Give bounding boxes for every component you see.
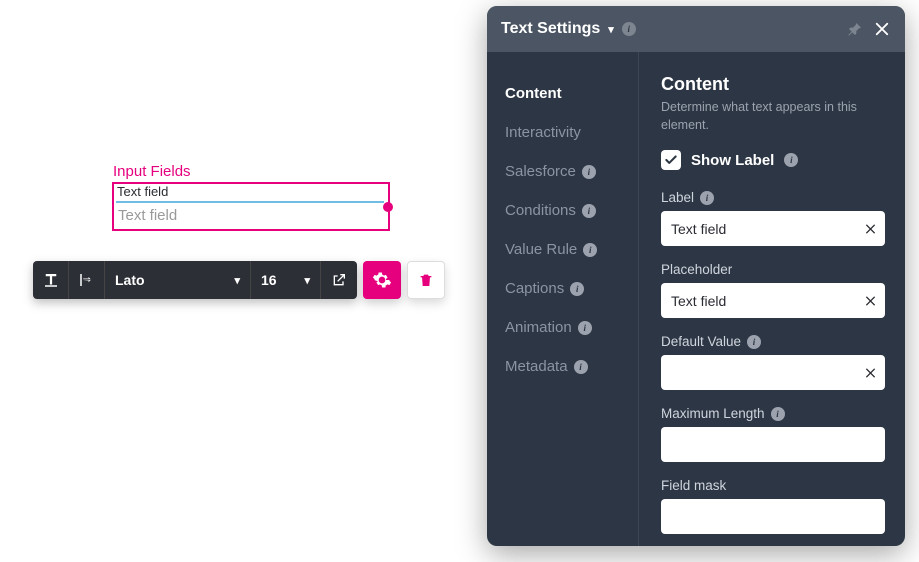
- info-icon[interactable]: i: [747, 335, 761, 349]
- field-mask-input[interactable]: [661, 499, 885, 534]
- font-family-select[interactable]: Lato ▾: [105, 261, 251, 299]
- field-label-text: Maximum Length: [661, 406, 765, 421]
- settings-panel: Text Settings ▾ i Content Interactivity …: [487, 6, 905, 546]
- open-external-button[interactable]: [321, 261, 357, 299]
- info-icon: i: [574, 360, 588, 374]
- check-icon: [664, 153, 678, 167]
- close-icon: [873, 20, 891, 38]
- field-label: Placeholder: [661, 262, 885, 277]
- placeholder-input[interactable]: [661, 283, 885, 318]
- info-icon[interactable]: i: [700, 191, 714, 205]
- label-input[interactable]: [661, 211, 885, 246]
- field-label-text: Field mask: [661, 478, 726, 493]
- nav-label: Salesforce: [505, 163, 576, 180]
- resize-handle[interactable]: [383, 202, 393, 212]
- nav-item-content[interactable]: Content: [505, 74, 638, 113]
- trash-icon: [418, 272, 434, 288]
- close-button[interactable]: [873, 20, 891, 38]
- nav-item-metadata[interactable]: Metadata i: [505, 347, 638, 386]
- chevron-down-icon: ▾: [608, 23, 614, 36]
- field-group-label: Label i: [661, 190, 885, 246]
- clear-button[interactable]: [864, 222, 877, 235]
- maximum-length-input[interactable]: [661, 427, 885, 462]
- nav-item-captions[interactable]: Captions i: [505, 269, 638, 308]
- pin-button[interactable]: [847, 21, 863, 37]
- info-icon[interactable]: i: [784, 153, 798, 167]
- panel-nav: Content Interactivity Salesforce i Condi…: [487, 52, 639, 546]
- info-icon: i: [578, 321, 592, 335]
- widget-label: Text field: [117, 184, 168, 199]
- panel-content: Content Determine what text appears in t…: [639, 52, 905, 546]
- nav-item-interactivity[interactable]: Interactivity: [505, 113, 638, 152]
- nav-label: Captions: [505, 280, 564, 297]
- toolbar-dark-group: Lato ▾ 16 ▾: [33, 261, 357, 299]
- font-size-value: 16: [261, 272, 277, 288]
- nav-item-value-rule[interactable]: Value Rule i: [505, 230, 638, 269]
- field-label-text: Placeholder: [661, 262, 732, 277]
- info-icon: i: [582, 165, 596, 179]
- field-group-maximum-length: Maximum Length i: [661, 406, 885, 462]
- panel-title-dropdown[interactable]: Text Settings ▾ i: [501, 20, 636, 38]
- external-link-icon: [331, 272, 347, 288]
- info-icon: i: [583, 243, 597, 257]
- nav-item-salesforce[interactable]: Salesforce i: [505, 152, 638, 191]
- info-icon: i: [570, 282, 584, 296]
- delete-button[interactable]: [407, 261, 445, 299]
- info-icon[interactable]: i: [622, 22, 636, 36]
- field-label-text: Default Value: [661, 334, 741, 349]
- panel-title: Text Settings: [501, 20, 600, 38]
- default-value-input[interactable]: [661, 355, 885, 390]
- close-icon: [864, 294, 877, 307]
- field-group-placeholder: Placeholder: [661, 262, 885, 318]
- field-label-text: Label: [661, 190, 694, 205]
- panel-header: Text Settings ▾ i: [487, 6, 905, 52]
- field-label: Default Value i: [661, 334, 885, 349]
- close-icon: [864, 366, 877, 379]
- content-heading: Content: [661, 74, 885, 95]
- settings-button[interactable]: [363, 261, 401, 299]
- nav-label: Animation: [505, 319, 572, 336]
- field-group-default-value: Default Value i: [661, 334, 885, 390]
- widget-title: Input Fields: [113, 163, 191, 180]
- field-label: Field mask: [661, 478, 885, 493]
- nav-label: Interactivity: [505, 124, 581, 141]
- input-field-widget[interactable]: Text field Text field: [112, 182, 390, 231]
- show-label-text: Show Label: [691, 152, 774, 169]
- clear-button[interactable]: [864, 294, 877, 307]
- info-icon[interactable]: i: [771, 407, 785, 421]
- formatting-toolbar: Lato ▾ 16 ▾: [33, 261, 445, 299]
- nav-label: Content: [505, 85, 562, 102]
- clear-button[interactable]: [864, 366, 877, 379]
- content-description: Determine what text appears in this elem…: [661, 99, 885, 134]
- info-icon: i: [582, 204, 596, 218]
- nav-item-conditions[interactable]: Conditions i: [505, 191, 638, 230]
- text-style-button[interactable]: [33, 261, 69, 299]
- show-label-checkbox[interactable]: [661, 150, 681, 170]
- show-label-row: Show Label i: [661, 150, 885, 170]
- field-label: Maximum Length i: [661, 406, 885, 421]
- pin-icon: [847, 21, 863, 37]
- font-family-value: Lato: [115, 272, 145, 288]
- nav-item-animation[interactable]: Animation i: [505, 308, 638, 347]
- field-group-field-mask: Field mask: [661, 478, 885, 534]
- nav-label: Conditions: [505, 202, 576, 219]
- chevron-down-icon: ▾: [304, 274, 310, 287]
- panel-body: Content Interactivity Salesforce i Condi…: [487, 52, 905, 546]
- panel-header-actions: [847, 20, 891, 38]
- chevron-down-icon: ▾: [234, 274, 240, 287]
- font-size-select[interactable]: 16 ▾: [251, 261, 321, 299]
- align-button[interactable]: [69, 261, 105, 299]
- nav-label: Value Rule: [505, 241, 577, 258]
- align-left-icon: [78, 271, 96, 289]
- field-label: Label i: [661, 190, 885, 205]
- text-color-icon: [42, 271, 60, 289]
- close-icon: [864, 222, 877, 235]
- gear-icon: [372, 270, 392, 290]
- widget-input-area[interactable]: Text field: [116, 201, 384, 228]
- nav-label: Metadata: [505, 358, 568, 375]
- widget-placeholder: Text field: [118, 207, 177, 224]
